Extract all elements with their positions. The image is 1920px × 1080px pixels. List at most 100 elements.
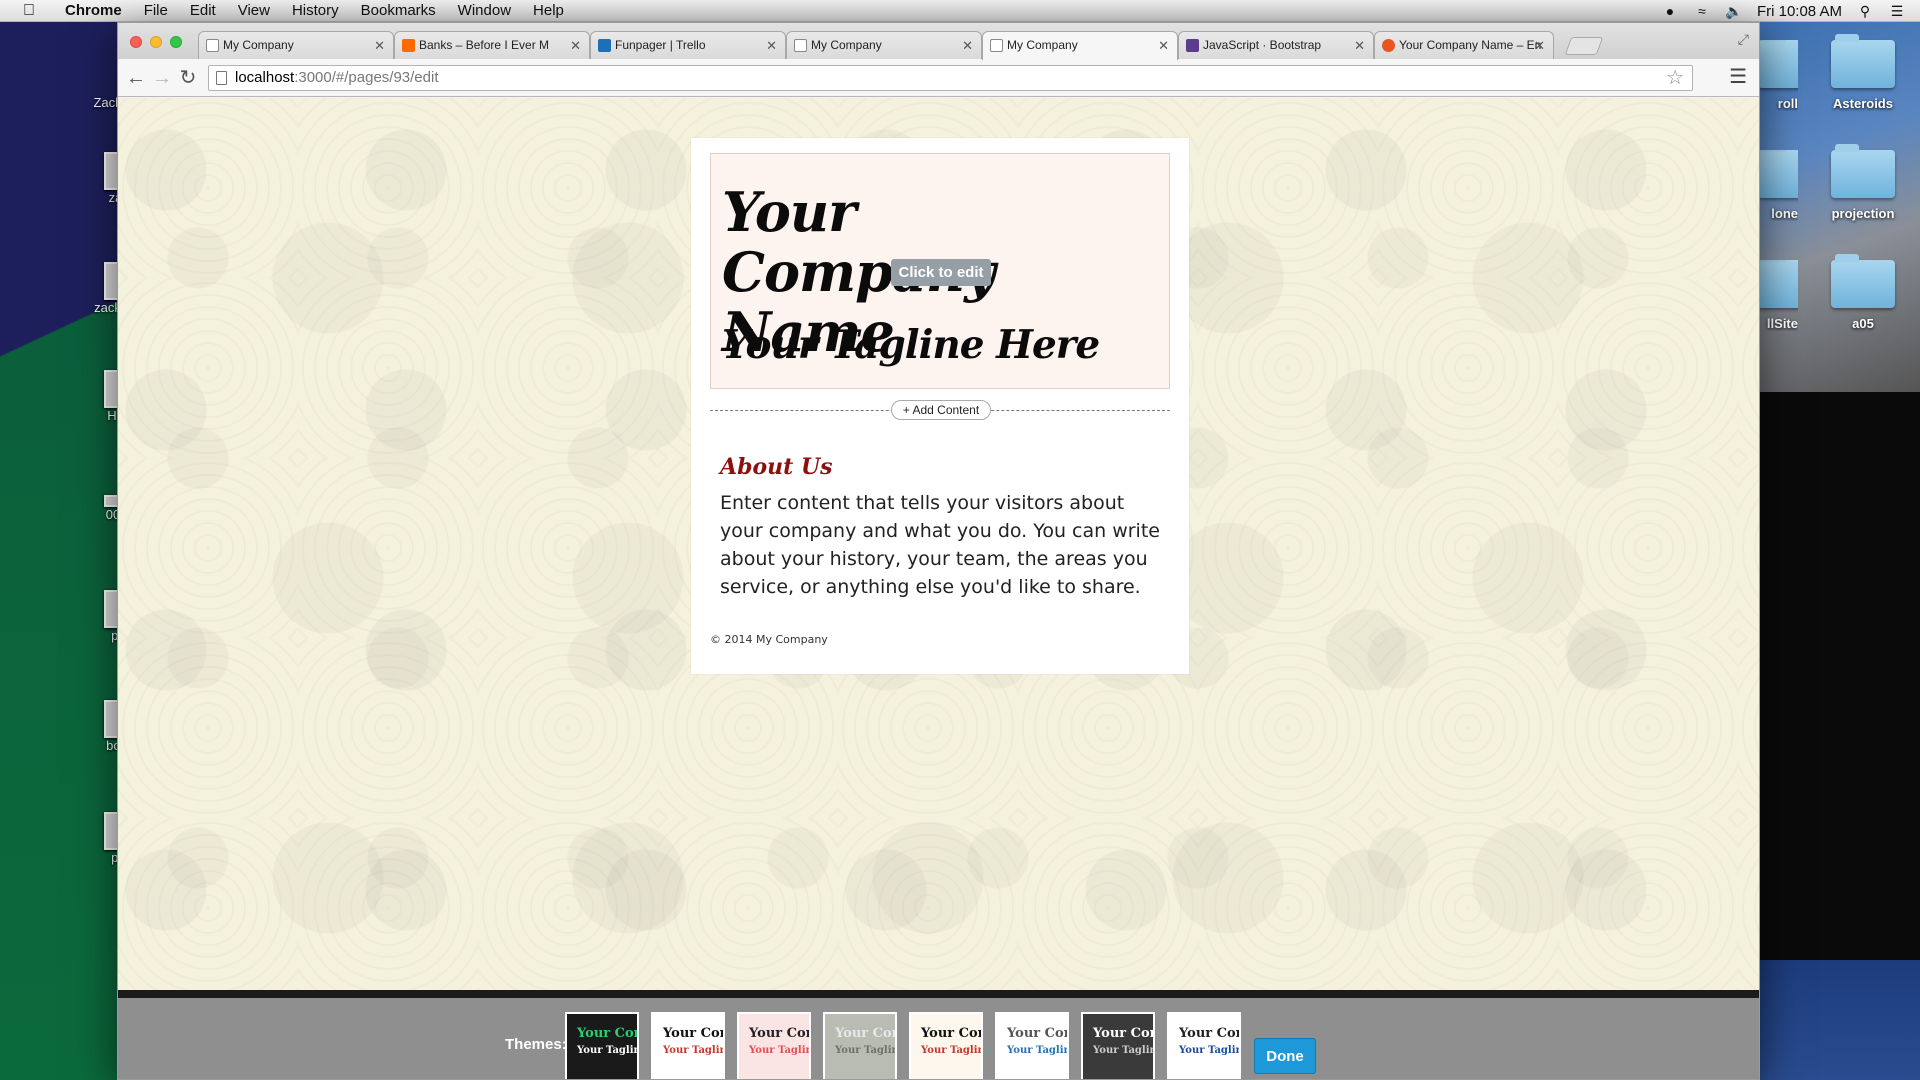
theme-option-2[interactable]: Your Company Name Your Tagline	[651, 1012, 725, 1079]
theme-tagline: Your Tagline	[1179, 1045, 1239, 1056]
back-arrow-icon[interactable]: ←	[124, 66, 148, 90]
desktop-folder-label: lone	[1771, 206, 1798, 221]
page-icon	[216, 71, 227, 85]
theme-company-name: Your Company Name	[1093, 1026, 1153, 1041]
menu-bookmarks[interactable]: Bookmarks	[350, 0, 447, 22]
desktop-folder-asteroids[interactable]: Asteroids	[1808, 34, 1918, 111]
desktop-folder-projection[interactable]: projection	[1808, 144, 1918, 221]
tagline-heading[interactable]: Your Tagline Here	[722, 322, 1100, 368]
ubuntu-icon	[1382, 39, 1395, 52]
mac-menubar:  Chrome File Edit View History Bookmark…	[0, 0, 1920, 22]
add-content-button[interactable]: + Add Content	[891, 400, 991, 420]
theme-company-name: Your Company Name	[921, 1026, 981, 1041]
address-bar[interactable]: localhost:3000/#/pages/93/edit ☆	[208, 65, 1693, 91]
close-window-button[interactable]	[130, 36, 142, 48]
trello-icon	[598, 39, 611, 52]
menu-history[interactable]: History	[281, 0, 350, 22]
notification-center-icon[interactable]: ☰	[1888, 3, 1906, 19]
theme-option-7[interactable]: Your Company Name Your Tagline	[1081, 1012, 1155, 1079]
hero-section[interactable]: Your Company Name Click to edit Your Tag…	[710, 153, 1170, 389]
close-tab-icon[interactable]: ✕	[766, 32, 777, 59]
theme-tagline: Your Tagline	[921, 1045, 981, 1056]
close-tab-icon[interactable]: ✕	[570, 32, 581, 59]
zoom-window-button[interactable]	[170, 36, 182, 48]
menu-help[interactable]: Help	[522, 0, 575, 22]
evernote-icon[interactable]: ●	[1661, 3, 1679, 19]
theme-option-3[interactable]: Your Company Name Your Tagline	[737, 1012, 811, 1079]
menu-edit[interactable]: Edit	[179, 0, 227, 22]
folder-icon	[1831, 144, 1895, 198]
browser-tab[interactable]: Funpager | Trello ✕	[590, 31, 786, 59]
theme-company-name: Your Company Name	[835, 1026, 895, 1041]
apple-icon[interactable]: 	[20, 2, 38, 20]
desktop-folder-label: llSite	[1766, 316, 1798, 331]
menu-window[interactable]: Window	[447, 0, 522, 22]
desktop-folder-a05[interactable]: a05	[1808, 254, 1918, 331]
theme-option-8[interactable]: Your Company Name Your Tagline	[1167, 1012, 1241, 1079]
theme-company-name: Your Company Name	[663, 1026, 723, 1041]
about-us-heading[interactable]: About Us	[720, 454, 833, 480]
tab-title: My Company	[223, 38, 294, 52]
volume-icon[interactable]: 🔈	[1725, 3, 1743, 19]
url-path: :3000/#/pages/93/edit	[294, 69, 439, 86]
theme-tagline: Your Tagline	[663, 1045, 723, 1056]
close-tab-icon[interactable]: ✕	[1354, 32, 1365, 59]
tab-title: Your Company Name – En	[1399, 38, 1542, 52]
tab-title: My Company	[811, 38, 882, 52]
spotlight-search-icon[interactable]: ⚲	[1856, 3, 1874, 19]
browser-tab[interactable]: My Company ✕	[786, 31, 982, 59]
tab-title: Funpager | Trello	[615, 38, 706, 52]
theme-option-1[interactable]: Your Company Name Your Tagline	[565, 1012, 639, 1079]
chrome-menu-icon[interactable]: ☰	[1729, 67, 1747, 87]
menubar-status-area: ● ≈ 🔈 Fri 10:08 AM ⚲ ☰	[1661, 0, 1906, 22]
browser-tab[interactable]: My Company ✕	[198, 31, 394, 59]
close-tab-icon[interactable]: ✕	[374, 32, 385, 59]
browser-tab[interactable]: Banks – Before I Ever M ✕	[394, 31, 590, 59]
theme-tagline: Your Tagline	[1093, 1045, 1153, 1056]
page-icon	[794, 39, 807, 52]
theme-option-5[interactable]: Your Company Name Your Tagline	[909, 1012, 983, 1079]
desktop-folder-label: Asteroids	[1833, 96, 1893, 111]
tab-title: Banks – Before I Ever M	[419, 38, 550, 52]
close-tab-icon[interactable]: ✕	[1534, 32, 1545, 59]
fullscreen-icon[interactable]: ⤢	[1738, 31, 1749, 48]
about-us-body[interactable]: Enter content that tells your visitors a…	[720, 489, 1170, 601]
desktop-wallpaper-right-bottom	[1760, 960, 1920, 1080]
theme-option-4[interactable]: Your Company Name Your Tagline	[823, 1012, 897, 1079]
theme-tagline: Your Tagline	[749, 1045, 809, 1056]
bootstrap-icon	[1186, 39, 1199, 52]
done-button[interactable]: Done	[1254, 1038, 1316, 1074]
menu-view[interactable]: View	[227, 0, 281, 22]
menu-app-chrome[interactable]: Chrome	[54, 0, 133, 22]
folder-icon	[1831, 254, 1895, 308]
minimize-window-button[interactable]	[150, 36, 162, 48]
forward-arrow-icon[interactable]: →	[150, 66, 174, 90]
tab-strip: My Company ✕ Banks – Before I Ever M ✕ F…	[118, 23, 1759, 60]
theme-option-6[interactable]: Your Company Name Your Tagline	[995, 1012, 1069, 1079]
chrome-window: My Company ✕ Banks – Before I Ever M ✕ F…	[117, 22, 1760, 1080]
close-tab-icon[interactable]: ✕	[1158, 32, 1169, 59]
bookmark-star-icon[interactable]: ☆	[1666, 66, 1684, 90]
close-tab-icon[interactable]: ✕	[962, 32, 973, 59]
folder-icon	[1831, 34, 1895, 88]
page-viewport: Your Company Name Click to edit Your Tag…	[118, 98, 1759, 1079]
menu-file[interactable]: File	[133, 0, 179, 22]
browser-tab[interactable]: Your Company Name – En ✕	[1374, 31, 1554, 59]
desktop-folder-label: projection	[1831, 206, 1895, 221]
desktop-folder-label: roll	[1777, 96, 1798, 111]
tab-title: My Company	[1007, 38, 1078, 52]
theme-picker-bar: Themes: Your Company Name Your Tagline You…	[118, 990, 1759, 1079]
new-tab-button[interactable]	[1564, 37, 1604, 55]
theme-company-name: Your Company Name	[577, 1026, 637, 1041]
theme-tagline: Your Tagline	[577, 1045, 637, 1056]
page-footer: © 2014 My Company	[710, 633, 828, 646]
menubar-clock[interactable]: Fri 10:08 AM	[1757, 3, 1842, 20]
desktop-folder-label: a05	[1852, 316, 1874, 331]
page-card: Your Company Name Click to edit Your Tag…	[691, 138, 1189, 674]
wifi-icon[interactable]: ≈	[1693, 3, 1711, 19]
browser-tab-active[interactable]: My Company ✕	[982, 31, 1178, 60]
click-to-edit-button[interactable]: Click to edit	[891, 259, 991, 286]
themes-label: Themes:	[505, 1036, 567, 1053]
reload-icon[interactable]: ↻	[176, 66, 200, 90]
browser-tab[interactable]: JavaScript · Bootstrap ✕	[1178, 31, 1374, 59]
